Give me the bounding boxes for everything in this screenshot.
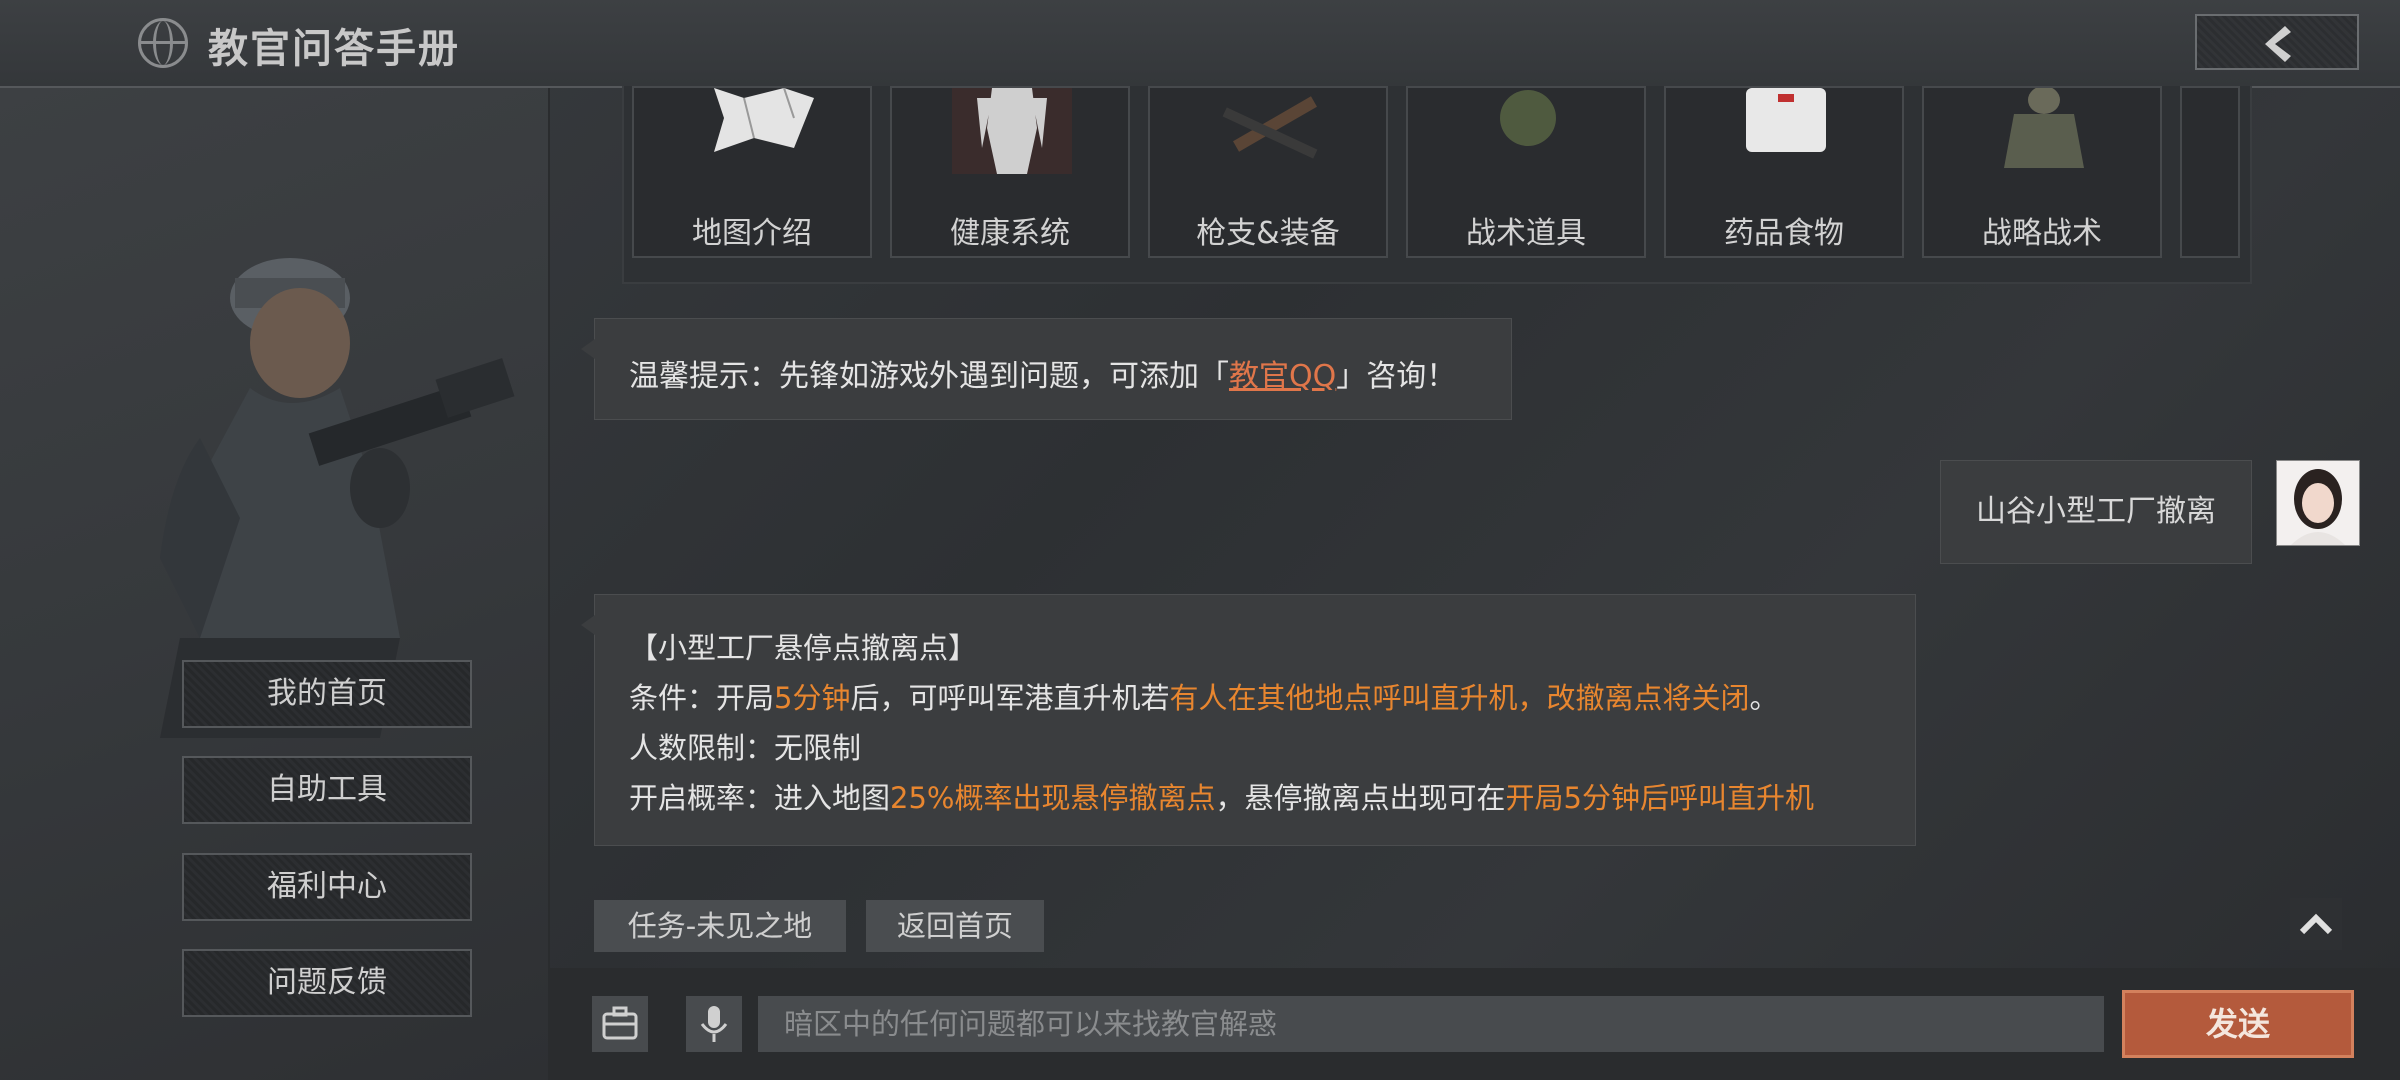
header-bar: 教官问答手册 — [0, 0, 2400, 88]
category-strip: 地图介绍 健康系统 枪支&装备 战术道具 药品食物 战略战术 — [622, 86, 2252, 284]
sidebar-item-self-help[interactable]: 自助工具 — [182, 756, 472, 824]
medkit-icon — [1746, 88, 1826, 152]
answer-heading: 【小型工厂悬停点撤离点】 — [629, 631, 978, 665]
tip-text-suffix: 」咨询！ — [1336, 359, 1457, 394]
answer-text: 。 — [1749, 681, 1779, 715]
tip-text-prefix: 温馨提示：先锋如游戏外遇到问题，可添加「 — [629, 359, 1229, 394]
grenade-icon — [1500, 90, 1556, 146]
sidebar-item-home[interactable]: 我的首页 — [182, 660, 472, 728]
sidebar-item-welfare[interactable]: 福利中心 — [182, 853, 472, 921]
user-message: 山谷小型工厂撤离 — [1940, 460, 2252, 564]
tip-message: 温馨提示：先锋如游戏外遇到问题，可添加「教官QQ」咨询！ — [581, 318, 1512, 420]
back-button[interactable] — [2195, 14, 2359, 70]
instructor-qq-link[interactable]: 教官QQ — [1229, 359, 1336, 394]
category-strategy[interactable]: 战略战术 — [1922, 86, 2162, 258]
category-label: 药品食物 — [1724, 216, 1844, 251]
category-map[interactable]: 地图介绍 — [632, 86, 872, 258]
sidebar-item-feedback[interactable]: 问题反馈 — [182, 949, 472, 1017]
question-input[interactable]: 暗区中的任何问题都可以来找教官解惑 — [758, 996, 2104, 1052]
chevron-up-icon — [2299, 913, 2333, 935]
category-medicine-food[interactable]: 药品食物 — [1664, 86, 1904, 258]
answer-highlight: 25%概率出现悬停撤离点 — [890, 781, 1216, 815]
answer-text: 后，可呼叫军港直升机若 — [850, 681, 1170, 715]
page-title: 教官问答手册 — [208, 26, 460, 72]
quick-reply-task[interactable]: 任务-未见之地 — [594, 900, 846, 952]
toolbox-button[interactable] — [592, 996, 648, 1052]
answer-text: ，悬停撤离点出现可在 — [1215, 781, 1506, 815]
soldier-icon — [2004, 88, 2084, 168]
answer-text: 开启概率：进入地图 — [629, 781, 891, 815]
category-weapons[interactable]: 枪支&装备 — [1148, 86, 1388, 258]
answer-text: 条件：开局 — [629, 681, 775, 715]
category-tactical-items[interactable]: 战术道具 — [1406, 86, 1646, 258]
answer-highlight: 开局5分钟后呼叫直升机 — [1505, 781, 1814, 815]
toolbox-icon — [602, 1006, 638, 1040]
category-label: 枪支&装备 — [1196, 216, 1340, 251]
chevron-left-icon — [2265, 26, 2291, 62]
send-button[interactable]: 发送 — [2122, 990, 2354, 1058]
category-label: 健康系统 — [950, 216, 1070, 251]
map-icon — [714, 88, 814, 152]
category-label: 战术道具 — [1466, 216, 1586, 251]
answer-highlight: 5分钟 — [774, 681, 851, 715]
scroll-top-button[interactable] — [2290, 898, 2342, 950]
sidebar: 我的首页 自助工具 福利中心 问题反馈 — [0, 88, 550, 1080]
microphone-icon — [700, 1006, 728, 1042]
answer-limit-line: 人数限制：无限制 — [629, 731, 862, 765]
avatar — [2276, 460, 2360, 546]
category-health[interactable]: 健康系统 — [890, 86, 1130, 258]
answer-probability-line: 开启概率：进入地图25%概率出现悬停撤离点，悬停撤离点出现可在开局5分钟后呼叫直… — [629, 773, 1915, 823]
category-label: 地图介绍 — [692, 216, 812, 251]
globe-icon — [138, 18, 188, 68]
answer-condition-line: 条件：开局5分钟后，可呼叫军港直升机若有人在其他地点呼叫直升机，改撤离点将关闭。 — [629, 673, 1915, 723]
body-icon — [952, 88, 1072, 174]
category-label: 战略战术 — [1982, 216, 2102, 251]
answer-message: 【小型工厂悬停点撤离点】 条件：开局5分钟后，可呼叫军港直升机若有人在其他地点呼… — [581, 594, 1916, 846]
category-partial[interactable] — [2180, 86, 2240, 258]
answer-highlight: 有人在其他地点呼叫直升机，改撤离点将关闭 — [1169, 681, 1750, 715]
voice-button[interactable] — [686, 996, 742, 1052]
rifle-icon — [1222, 96, 1318, 159]
user-avatar-image — [2277, 461, 2359, 545]
quick-reply-home[interactable]: 返回首页 — [866, 900, 1044, 952]
